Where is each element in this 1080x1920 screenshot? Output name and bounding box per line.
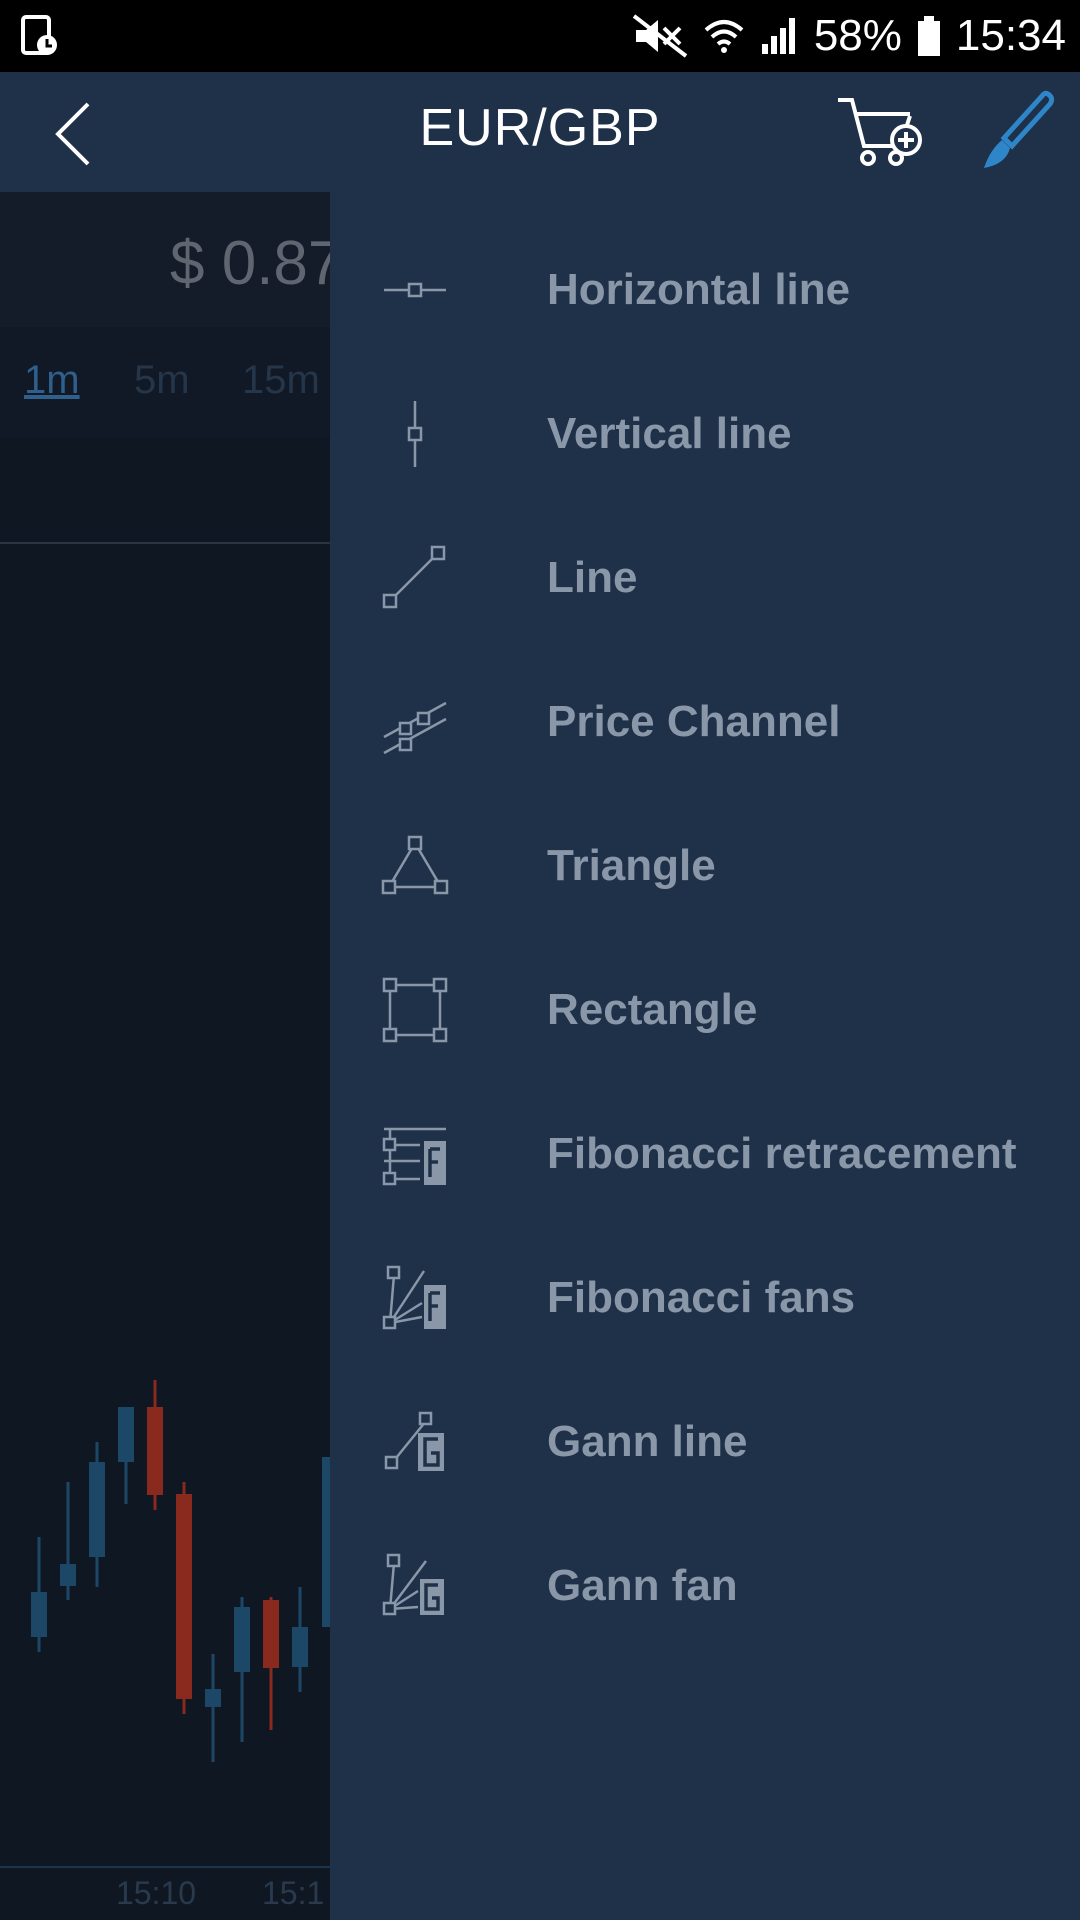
vertical-line-icon	[407, 401, 423, 467]
price-channel-icon	[383, 701, 447, 755]
status-bar: 58% 15:34	[0, 0, 1080, 72]
tool-label: Vertical line	[547, 409, 792, 458]
line-icon	[382, 545, 446, 609]
tool-label: Gann fan	[547, 1561, 738, 1610]
signal-icon	[761, 18, 795, 54]
tool-vertical-line[interactable]: Vertical line	[330, 362, 1080, 506]
candle-1	[31, 1537, 47, 1652]
tool-label: Gann line	[547, 1417, 748, 1466]
alarm-phone-icon	[21, 15, 57, 55]
tool-label: Horizontal line	[547, 265, 851, 314]
battery-percent: 58%	[813, 11, 902, 60]
tool-label: Fibonacci fans	[547, 1273, 856, 1322]
fibonacci-fans-icon	[382, 1265, 446, 1330]
candle-10	[292, 1587, 308, 1692]
status-right: 58% 15:34	[632, 0, 1066, 72]
candle-2	[60, 1482, 76, 1600]
mute-icon	[632, 14, 688, 58]
gann-fan-icon	[382, 1553, 444, 1616]
candle-8	[234, 1597, 250, 1742]
horizontal-line-icon	[384, 282, 446, 298]
tool-line[interactable]: Line	[330, 506, 1080, 650]
battery-icon	[917, 16, 940, 56]
tool-horizontal-line[interactable]: Horizontal line	[330, 218, 1080, 362]
x-axis	[0, 1866, 330, 1868]
candle-7	[205, 1654, 221, 1762]
tool-label: Line	[547, 553, 638, 602]
fibonacci-retracement-icon	[382, 1127, 446, 1186]
tool-fibonacci-retracement[interactable]: Fibonacci retracement	[330, 1082, 1080, 1226]
tool-gann-line[interactable]: Gann line	[330, 1370, 1080, 1514]
candle-4	[118, 1407, 134, 1504]
candle-9	[263, 1597, 279, 1730]
app-bar: EUR/GBP	[0, 72, 1080, 192]
candle-3	[89, 1442, 105, 1587]
tool-gann-fan[interactable]: Gann fan	[330, 1514, 1080, 1658]
candle-11	[322, 1457, 330, 1627]
tool-rectangle[interactable]: Rectangle	[330, 938, 1080, 1082]
tool-price-channel[interactable]: Price Channel	[330, 650, 1080, 794]
x-label-151x: 15:1	[262, 1875, 325, 1911]
tool-triangle[interactable]: Triangle	[330, 794, 1080, 938]
gann-line-icon	[384, 1411, 444, 1471]
tool-label: Rectangle	[547, 985, 758, 1034]
candlestick-chart	[31, 1380, 330, 1762]
tool-label: Price Channel	[547, 697, 841, 746]
tool-label: Fibonacci retracement	[547, 1129, 1017, 1178]
candle-5	[147, 1380, 163, 1510]
tool-label: Triangle	[547, 841, 716, 890]
clock: 15:34	[955, 11, 1066, 60]
tool-fibonacci-fans[interactable]: Fibonacci fans	[330, 1226, 1080, 1370]
candle-6	[176, 1482, 192, 1714]
triangle-icon	[381, 835, 449, 895]
brush-icon[interactable]	[978, 88, 1058, 178]
x-label-1510: 15:10	[116, 1875, 197, 1911]
rectangle-icon	[382, 977, 448, 1043]
wifi-icon	[704, 20, 744, 53]
cart-add-icon[interactable]	[834, 88, 924, 178]
